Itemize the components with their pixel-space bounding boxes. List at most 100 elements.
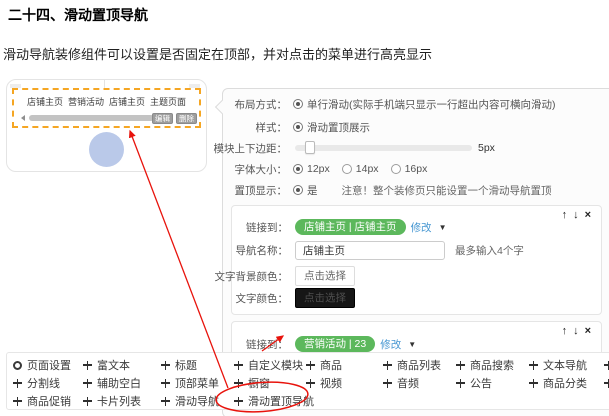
component-toolbar: 页面设置 富文本 标题 自定义模块 商品 商品列表商品搜索 文本导航 分割线 辅助空白 顶部菜单…: [6, 352, 609, 410]
plus-icon: [604, 379, 609, 388]
fontsize-option-label: 14px: [356, 163, 379, 175]
toolbar-item-label: 公告: [470, 375, 492, 391]
toolbar-item-r1-c2[interactable]: 顶部菜单: [161, 375, 219, 391]
bg-color-picker-button[interactable]: 点击选择: [295, 266, 355, 286]
toolbar-item-r0-c4[interactable]: 商品: [306, 357, 342, 373]
preview-nav-item-3[interactable]: 主题页面: [150, 95, 186, 108]
link-value-pill[interactable]: 营销活动 | 23: [295, 336, 375, 352]
toolbar-item-r0-c0[interactable]: 页面设置: [13, 357, 71, 373]
toolbar-item-r0-c6[interactable]: 商品搜索: [456, 357, 514, 373]
scrollbar-thumb[interactable]: [29, 115, 154, 121]
toolbar-row: 页面设置 富文本 标题 自定义模块 商品 商品列表商品搜索 文本导航: [7, 357, 609, 373]
modify-link[interactable]: 修改: [411, 220, 432, 235]
toolbar-item-r0-c8[interactable]: [604, 357, 609, 373]
toolbar-item-r1-c8[interactable]: [604, 375, 609, 391]
plus-icon: [83, 361, 92, 370]
toolbar-item-r0-c5[interactable]: 商品列表: [383, 357, 441, 373]
preview-column-divider: [104, 80, 105, 88]
toolbar-item-label: 商品列表: [397, 357, 441, 373]
plus-icon: [161, 379, 170, 388]
toolbar-item-r0-c3[interactable]: 自定义模块: [234, 357, 303, 373]
plus-icon: [83, 379, 92, 388]
page-title: 二十四、滑动置顶导航: [8, 5, 148, 25]
selected-component-outline[interactable]: 店铺主页营销活动店铺主页主题页面 编辑 删除: [12, 88, 201, 128]
toolbar-item-label: 自定义模块: [248, 357, 303, 373]
plus-icon: [383, 361, 392, 370]
modify-link[interactable]: 修改: [380, 337, 401, 352]
delete-button[interactable]: 删除: [176, 113, 197, 124]
toolbar-item-label: 商品: [320, 357, 342, 373]
toolbar-item-r1-c7[interactable]: 商品分类: [529, 375, 587, 391]
preview-nav-item-0[interactable]: 店铺主页: [27, 95, 63, 108]
chevron-down-icon[interactable]: ▼: [408, 340, 416, 349]
toolbar-item-label: 富文本: [97, 357, 130, 373]
preview-nav-item-1[interactable]: 营销活动: [68, 95, 104, 108]
page: 二十四、滑动置顶导航 滑动导航装修组件可以设置是否固定在顶部，并对点击的菜单进行…: [0, 0, 609, 416]
preview-nav-item-2[interactable]: 店铺主页: [109, 95, 145, 108]
toolbar-item-r1-c3[interactable]: 橱窗: [234, 375, 270, 391]
sticky-option-label: 是: [307, 183, 318, 198]
plus-icon: [604, 361, 609, 370]
preview-scrollbar[interactable]: 编辑 删除: [14, 113, 199, 123]
plus-icon: [529, 361, 538, 370]
plus-icon: [161, 397, 170, 406]
toolbar-item-r1-c0[interactable]: 分割线: [13, 375, 60, 391]
plus-icon: [234, 361, 243, 370]
toolbar-item-r1-c5[interactable]: 音频: [383, 375, 419, 391]
sticky-radio[interactable]: [293, 185, 303, 195]
fontsize-option-label: 16px: [405, 163, 428, 175]
link-value-pill[interactable]: 店铺主页 | 店铺主页: [295, 219, 406, 235]
style-radio[interactable]: [293, 122, 303, 132]
nav-name-input[interactable]: [295, 241, 445, 260]
layout-radio[interactable]: [293, 99, 303, 109]
placeholder-circle: [89, 132, 124, 167]
toolbar-item-r0-c1[interactable]: 富文本: [83, 357, 130, 373]
plus-icon: [456, 361, 465, 370]
fontsize-option-label: 12px: [307, 163, 330, 175]
link-label: 链接到：: [232, 220, 288, 235]
plus-icon: [161, 361, 170, 370]
style-option-label: 滑动置顶展示: [307, 120, 370, 135]
gear-icon: [13, 361, 22, 370]
fontsize-radio-14[interactable]: [342, 164, 352, 174]
toolbar-item-label: 分割线: [27, 375, 60, 391]
text-color-label: 文字颜色：: [232, 291, 288, 306]
toolbar-item-r1-c1[interactable]: 辅助空白: [83, 375, 141, 391]
toolbar-item-label: 卡片列表: [97, 393, 141, 409]
phone-preview-panel: 店铺主页营销活动店铺主页主题页面 编辑 删除: [6, 79, 207, 172]
toolbar-item-r1-c6[interactable]: 公告: [456, 375, 492, 391]
toolbar-item-label: 顶部菜单: [175, 375, 219, 391]
fontsize-radio-12[interactable]: [293, 164, 303, 174]
toolbar-item-label: 音频: [397, 375, 419, 391]
toolbar-item-label: 页面设置: [27, 357, 71, 373]
toolbar-item-r2-c3[interactable]: 滑动置顶导航: [234, 393, 314, 409]
toolbar-item-r2-c2[interactable]: 滑动导航: [161, 393, 219, 409]
toolbar-item-r2-c0[interactable]: 商品促销: [13, 393, 71, 409]
toolbar-item-label: 标题: [175, 357, 197, 373]
chevron-down-icon[interactable]: ▼: [439, 223, 447, 232]
margin-slider[interactable]: [295, 145, 472, 151]
bg-color-label: 文字背景颜色：: [232, 269, 288, 284]
toolbar-item-r1-c4[interactable]: 视频: [306, 375, 342, 391]
toolbar-item-label: 辅助空白: [97, 375, 141, 391]
margin-slider-handle[interactable]: [305, 141, 315, 154]
plus-icon: [13, 397, 22, 406]
toolbar-item-r0-c2[interactable]: 标题: [161, 357, 197, 373]
fontsize-radio-16[interactable]: [391, 164, 401, 174]
toolbar-item-r0-c7[interactable]: 文本导航: [529, 357, 587, 373]
toolbar-item-label: 橱窗: [248, 375, 270, 391]
edit-button[interactable]: 编辑: [152, 113, 173, 124]
nav-name-hint: 最多输入4个字: [455, 243, 524, 258]
toolbar-item-label: 滑动导航: [175, 393, 219, 409]
toolbar-item-r2-c1[interactable]: 卡片列表: [83, 393, 141, 409]
toolbar-item-label: 商品促销: [27, 393, 71, 409]
sticky-note: 注意！整个装修页只能设置一个滑动导航置顶: [342, 183, 552, 198]
toolbar-item-label: 文本导航: [543, 357, 587, 373]
toolbar-item-label: 商品分类: [543, 375, 587, 391]
page-description: 滑动导航装修组件可以设置是否固定在顶部，并对点击的菜单进行高亮显示: [3, 44, 432, 63]
toolbar-item-label: 视频: [320, 375, 342, 391]
toolbar-item-label: 滑动置顶导航: [248, 393, 314, 409]
layout-label: 布局方式：: [223, 97, 287, 112]
margin-value: 5px: [478, 142, 495, 154]
text-color-picker-button[interactable]: 点击选择: [295, 288, 355, 308]
